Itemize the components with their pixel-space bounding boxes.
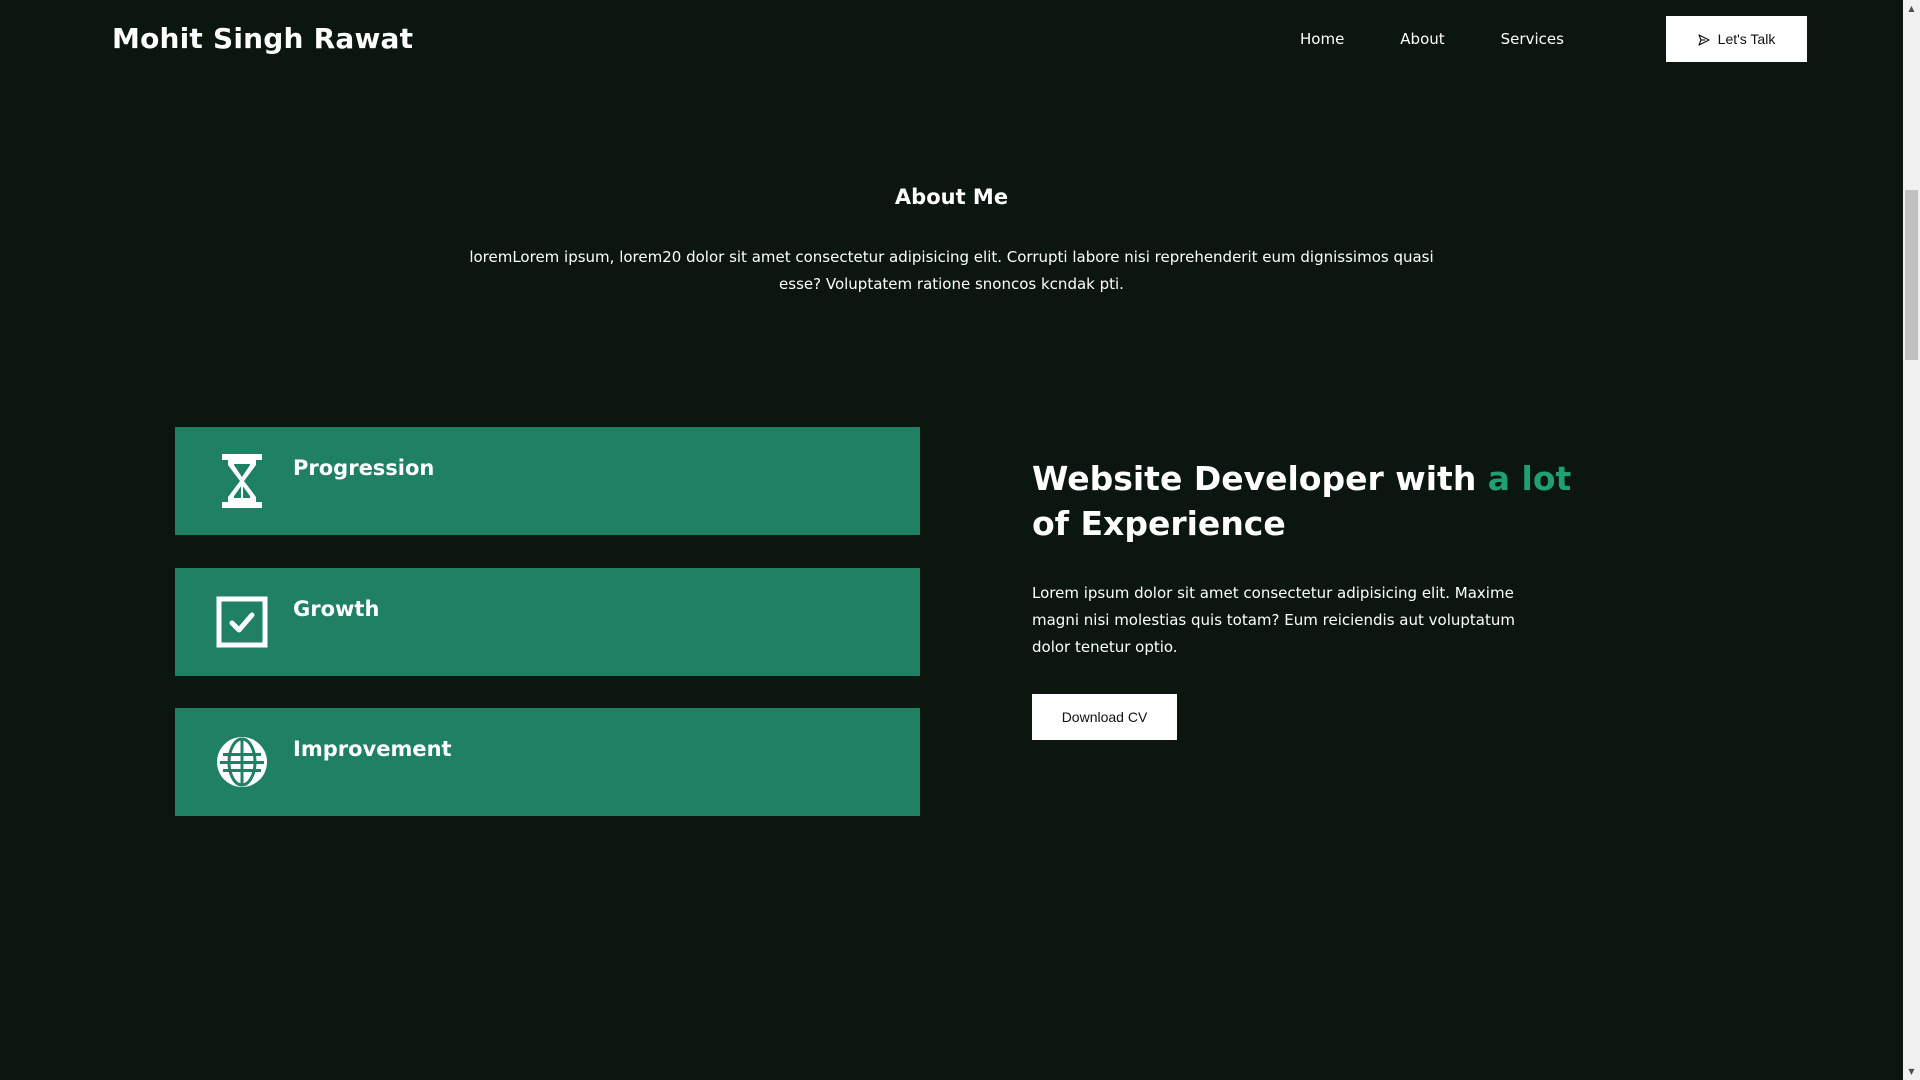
hero-heading-end: of Experience <box>1032 504 1286 543</box>
feature-card-improvement: Improvement <box>175 708 920 816</box>
hourglass-icon <box>215 453 269 509</box>
lets-talk-label: Let's Talk <box>1717 31 1776 47</box>
feature-card-growth: Growth <box>175 568 920 676</box>
hero-heading-start: Website Developer with <box>1032 459 1488 498</box>
feature-card-title: Growth <box>293 597 380 621</box>
feature-card-title: Progression <box>293 456 435 480</box>
about-title: About Me <box>894 185 1009 209</box>
scroll-up-arrow-icon[interactable]: ▲ <box>1903 0 1920 17</box>
viewport: Mohit Singh Rawat Home About Services Le… <box>0 0 1903 1080</box>
page: Mohit Singh Rawat Home About Services Le… <box>0 0 1920 1080</box>
brand-logo-text[interactable]: Mohit Singh Rawat <box>112 22 413 55</box>
nav-link-services[interactable]: Services <box>1501 30 1564 48</box>
scroll-down-arrow-icon[interactable]: ▼ <box>1903 1063 1920 1080</box>
feature-card-progression: Progression <box>175 427 920 535</box>
feature-card-title: Improvement <box>293 737 452 761</box>
scrollbar-thumb[interactable] <box>1905 190 1918 360</box>
vertical-scrollbar[interactable]: ▲ ▼ <box>1903 0 1920 1080</box>
hero-heading-accent: a lot <box>1487 459 1572 498</box>
nav-link-about[interactable]: About <box>1400 30 1444 48</box>
hero-text: Lorem ipsum dolor sit amet consectetur a… <box>1032 584 1515 656</box>
hero-heading: Website Developer with a lot of Experien… <box>1032 456 1592 546</box>
globe-icon <box>215 734 269 790</box>
checkbox-icon <box>215 594 269 650</box>
nav-link-home[interactable]: Home <box>1300 30 1344 48</box>
send-icon <box>1698 33 1710 46</box>
download-cv-button[interactable]: Download CV <box>1032 694 1177 740</box>
main-nav: Home About Services <box>1300 16 1620 62</box>
lets-talk-button[interactable]: Let's Talk <box>1666 16 1807 62</box>
about-text: loremLorem ipsum, lorem20 dolor sit amet… <box>469 248 1434 293</box>
